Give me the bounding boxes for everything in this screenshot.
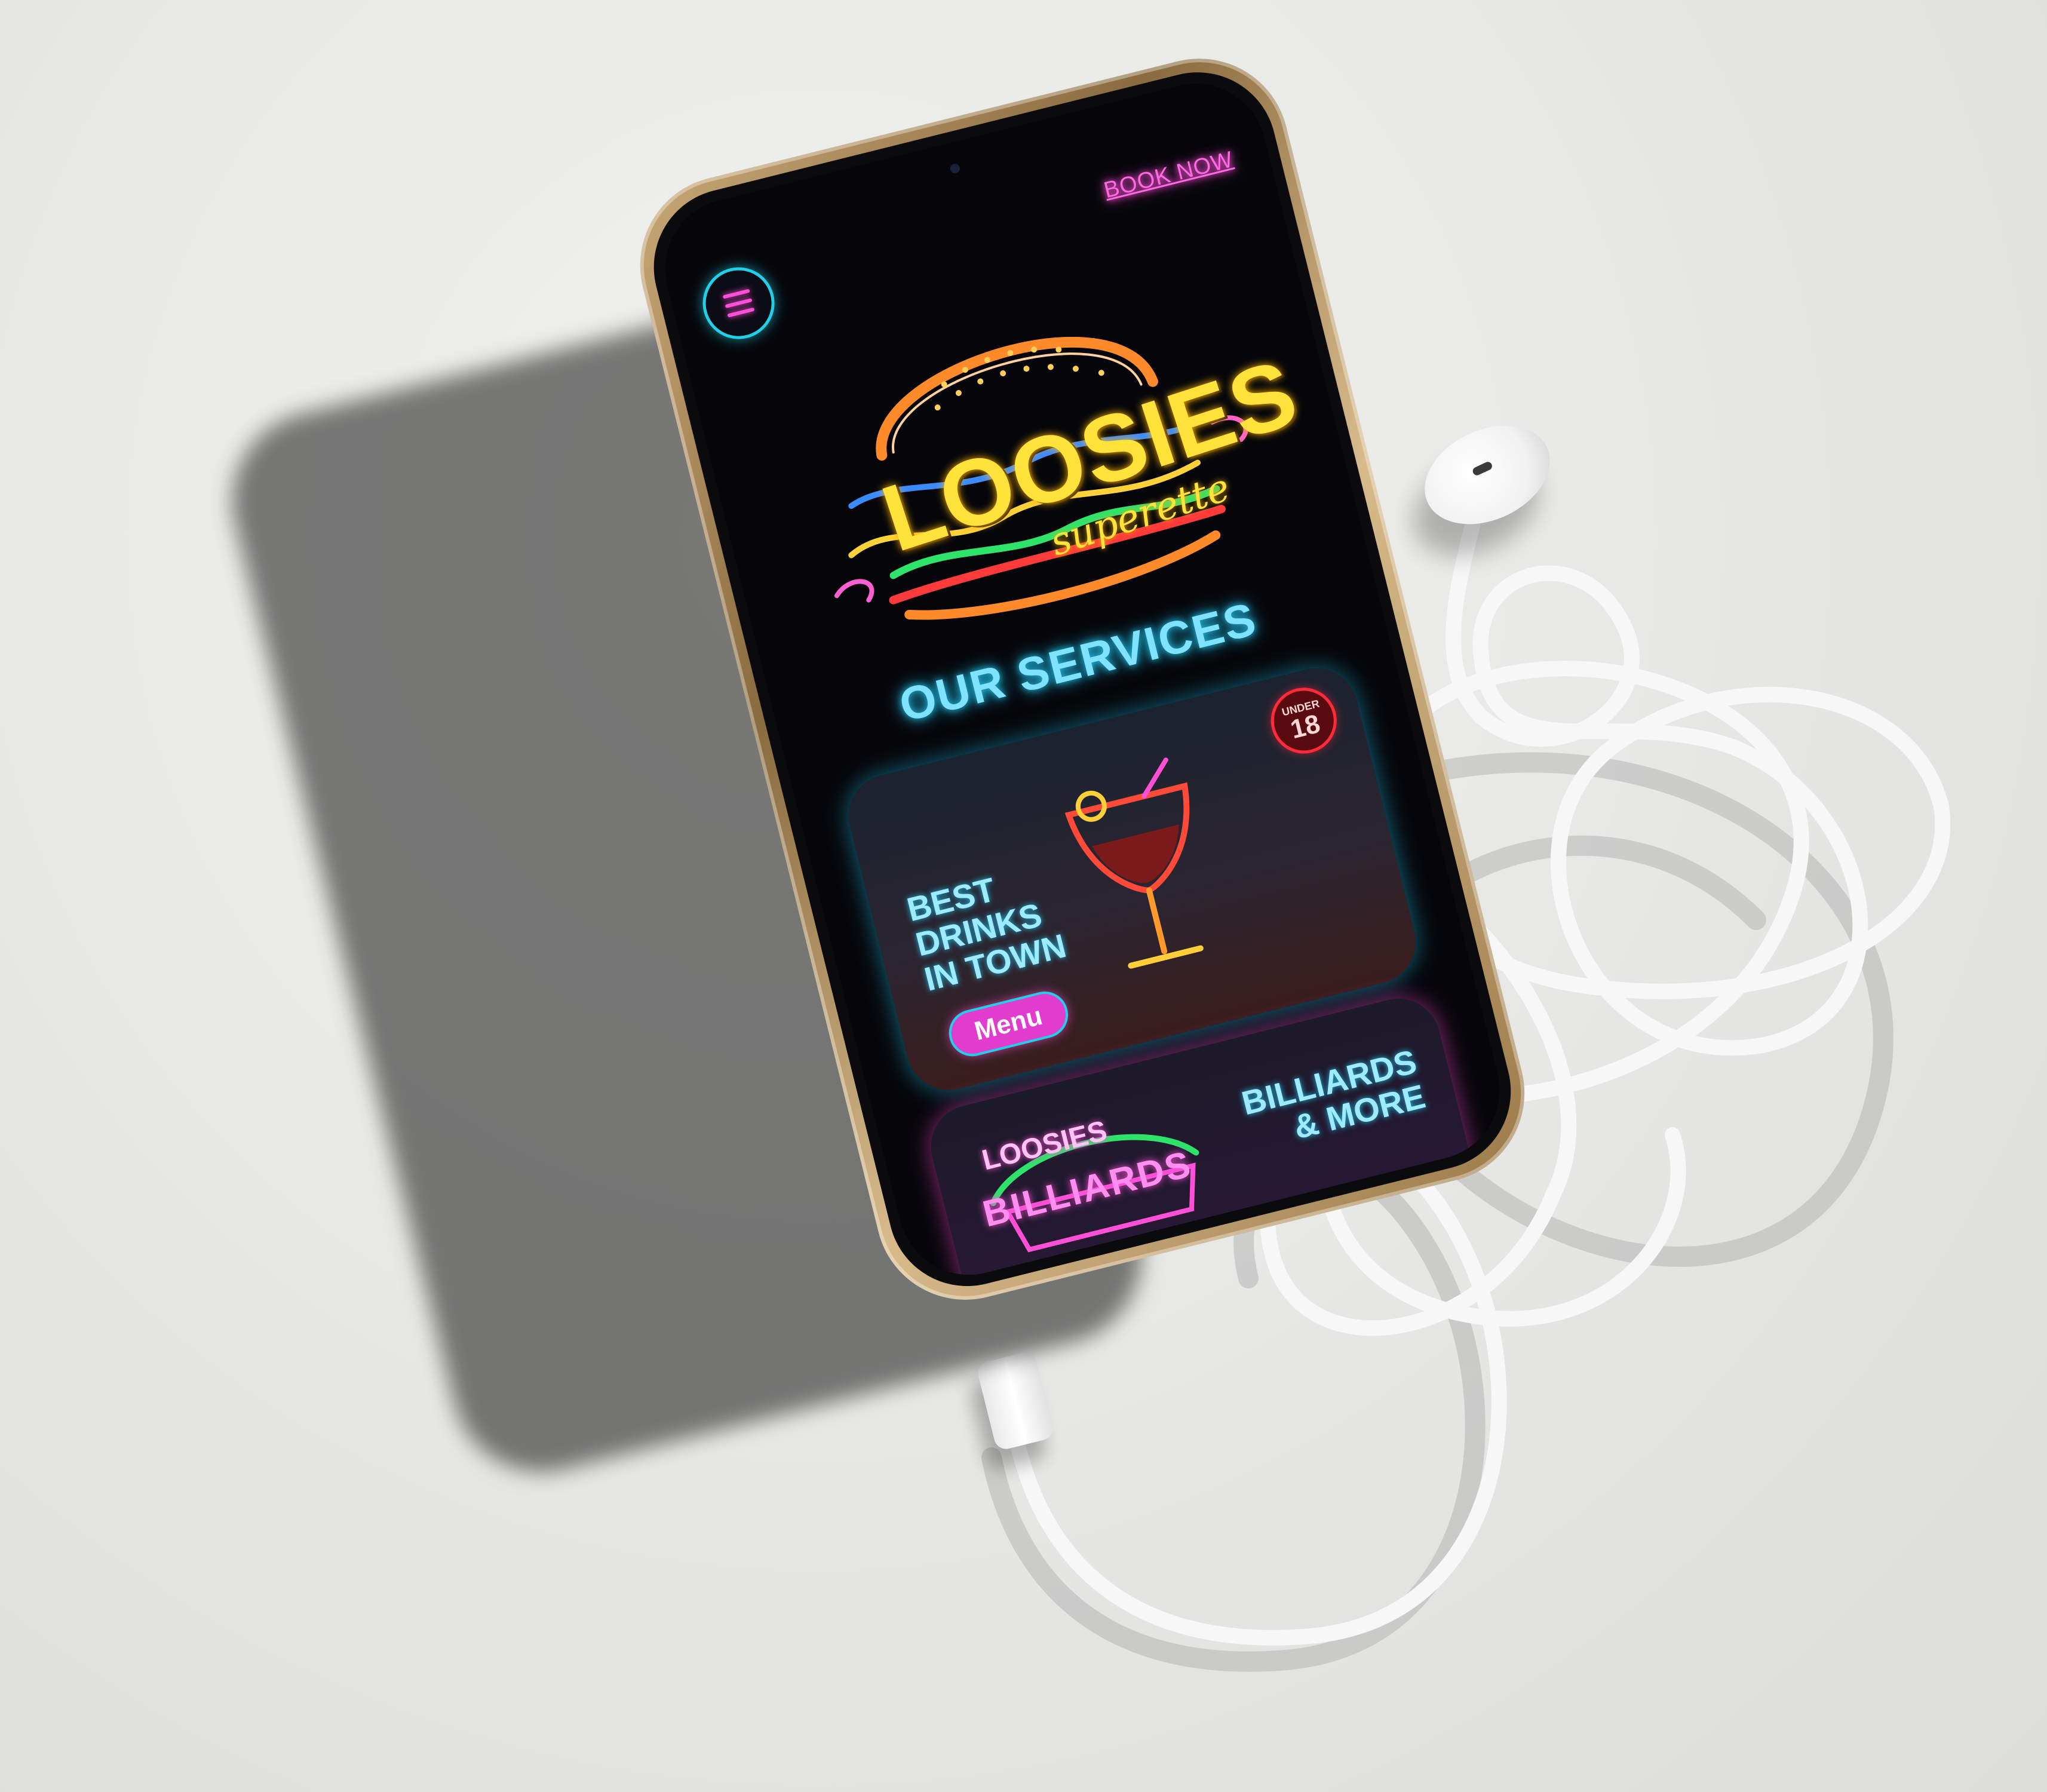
hamburger-menu-icon-line bbox=[725, 298, 753, 309]
under-18-badge: UNDER 18 bbox=[1268, 684, 1340, 757]
front-camera bbox=[949, 162, 961, 174]
hamburger-menu-icon-line bbox=[722, 289, 750, 299]
hamburger-menu-icon-line bbox=[727, 307, 755, 318]
menu-button[interactable]: Menu bbox=[947, 989, 1070, 1058]
book-now-link[interactable]: BOOK NOW bbox=[1101, 147, 1236, 204]
cocktail-glass-icon bbox=[1064, 757, 1204, 969]
earbud-speaker-hole bbox=[1471, 460, 1494, 477]
drinks-card-text: BEST DRINKS IN TOWN bbox=[903, 870, 1070, 998]
billiards-card-text: BILLIARDS & MORE bbox=[1238, 1042, 1429, 1146]
photo-scene: BOOK NOW LOOSIES superette OUR SERVICES … bbox=[0, 0, 2047, 1792]
hamburger-menu-button[interactable] bbox=[698, 263, 779, 343]
